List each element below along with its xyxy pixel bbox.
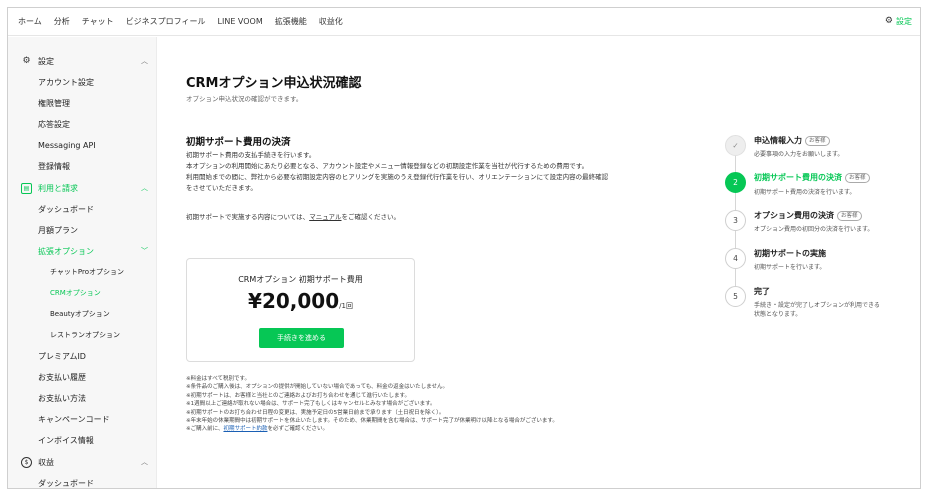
sidebar-item-payment-history[interactable]: お支払い履歴 <box>8 368 157 386</box>
price-card-title: CRMオプション 初期サポート費用 <box>238 275 363 284</box>
notes: ※料金はすべて税別です。 ※条件品のご購入後は、オプションの提供が開始していない… <box>186 376 558 433</box>
step-3-title: オプション費用の決済 お客様 <box>754 210 862 221</box>
progress-stepper: ✓ 申込情報入力 お客様 必要事項の入力をお願いします。 2 初期サポート費用の… <box>714 37 920 488</box>
step-4-desc: 初期サポートを行います。 <box>754 264 826 271</box>
step-2-desc: 初期サポート費用の決済を行います。 <box>754 189 856 196</box>
step-3-number: 3 <box>725 210 746 231</box>
section-description: 初期サポート費用の支払手続きを行います。 本オプションの利用開始にあたり必要とな… <box>186 151 609 192</box>
price-card: CRMオプション 初期サポート費用 ¥20,000/1回 手続きを進める <box>186 258 415 362</box>
step-5-number: 5 <box>725 286 746 307</box>
manual-reference: 初期サポートで実施する内容については、マニュアルをご確認ください。 <box>186 213 400 221</box>
sidebar-item-dashboard[interactable]: ダッシュボード <box>8 200 157 218</box>
chevron-up-icon: ︿ <box>141 184 148 192</box>
chevron-up-icon: ︿ <box>141 57 148 65</box>
sidebar-item-registration-info[interactable]: 登録情報 <box>8 157 157 175</box>
step-1-title: 申込情報入力 お客様 <box>754 135 830 146</box>
page-title: CRMオプション申込状況確認 <box>186 76 362 91</box>
sidebar-section-label: 設定 <box>38 56 54 66</box>
sidebar-item-permissions[interactable]: 権限管理 <box>8 94 157 112</box>
sidebar-item-crm-option[interactable]: CRMオプション <box>8 284 157 302</box>
sidebar-item-messaging-api[interactable]: Messaging API <box>8 136 157 154</box>
manual-link[interactable]: マニュアル <box>309 213 341 221</box>
nav-analytics[interactable]: 分析 <box>54 16 70 27</box>
step-2-title: 初期サポート費用の決済 お客様 <box>754 172 870 183</box>
top-navigation: ホーム 分析 チャット ビジネスプロフィール LINE VOOM 拡張機能 収益… <box>8 8 920 36</box>
price-unit: /1回 <box>339 302 353 310</box>
step-2-number: 2 <box>725 172 746 193</box>
yen-coin-icon: $ <box>21 456 32 468</box>
step-4-title: 初期サポートの実施 <box>754 249 826 258</box>
app-window: ホーム 分析 チャット ビジネスプロフィール LINE VOOM 拡張機能 収益… <box>7 7 921 489</box>
sidebar-item-revenue-dashboard[interactable]: ダッシュボード <box>8 474 157 488</box>
sidebar-section-label: 利用と請求 <box>38 183 78 193</box>
step-1-check-icon: ✓ <box>725 135 746 156</box>
sidebar-section-billing[interactable]: ▤ 利用と請求 ︿ <box>8 179 157 197</box>
settings-label: 設定 <box>896 17 912 26</box>
customer-badge: お客様 <box>805 135 830 146</box>
price-amount: ¥20,000 <box>248 289 340 313</box>
nav-line-voom[interactable]: LINE VOOM <box>218 17 263 26</box>
sidebar-section-revenue[interactable]: $ 収益 ︿ <box>8 453 157 471</box>
nav-chat[interactable]: チャット <box>82 16 114 27</box>
nav-home[interactable]: ホーム <box>18 16 42 27</box>
nav-monetization[interactable]: 収益化 <box>319 16 343 27</box>
proceed-button[interactable]: 手続きを進める <box>259 328 344 348</box>
step-3-desc: オプション費用の初回分の決済を行います。 <box>754 226 874 233</box>
sidebar-item-premium-id[interactable]: プレミアムID <box>8 347 157 365</box>
customer-badge: お客様 <box>845 172 870 183</box>
gear-icon: ⚙ <box>22 56 31 66</box>
sidebar-item-campaign-code[interactable]: キャンペーンコード <box>8 410 157 428</box>
chevron-up-icon: ︿ <box>141 458 148 466</box>
sidebar-item-account-settings[interactable]: アカウント設定 <box>8 73 157 91</box>
step-5-desc: 手続き・設定が完了しオプションが利用できる 状態となります。 <box>754 302 880 318</box>
step-1-desc: 必要事項の入力をお願いします。 <box>754 151 844 158</box>
nav-business-profile[interactable]: ビジネスプロフィール <box>126 16 206 27</box>
price: ¥20,000/1回 <box>187 289 414 313</box>
sidebar-section-label: 収益 <box>38 457 54 467</box>
sidebar-item-payment-method[interactable]: お支払い方法 <box>8 389 157 407</box>
sidebar-section-settings[interactable]: ⚙ 設定 ︿ <box>8 52 157 70</box>
sidebar-item-beauty-option[interactable]: Beautyオプション <box>8 305 157 323</box>
sidebar-item-invoice-info[interactable]: インボイス情報 <box>8 431 157 449</box>
terms-link[interactable]: 初期サポート約款 <box>223 426 267 432</box>
sidebar-item-response-settings[interactable]: 応答設定 <box>8 115 157 133</box>
sidebar: ⚙ 設定 ︿ アカウント設定 権限管理 応答設定 Messaging API 登… <box>8 37 157 488</box>
page-subtitle: オプション申込状況の確認ができます。 <box>186 95 303 103</box>
billing-icon: ▤ <box>21 182 32 194</box>
sidebar-item-monthly-plan[interactable]: 月額プラン <box>8 221 157 239</box>
sidebar-item-extension-options[interactable]: 拡張オプション ﹀ <box>8 242 157 260</box>
customer-badge: お客様 <box>837 210 862 221</box>
chevron-down-icon: ﹀ <box>141 247 148 255</box>
settings-button[interactable]: ⚙ 設定 <box>885 16 912 27</box>
step-5-title: 完了 <box>754 287 770 296</box>
sidebar-item-chatpro-option[interactable]: チャットProオプション <box>8 263 157 281</box>
step-4-number: 4 <box>725 248 746 269</box>
main-content: CRMオプション申込状況確認 オプション申込状況の確認ができます。 初期サポート… <box>158 37 713 488</box>
gear-icon: ⚙ <box>884 16 893 26</box>
nav-extensions[interactable]: 拡張機能 <box>275 16 307 27</box>
section-title: 初期サポート費用の決済 <box>186 137 291 148</box>
sidebar-item-restaurant-option[interactable]: レストランオプション <box>8 326 157 344</box>
